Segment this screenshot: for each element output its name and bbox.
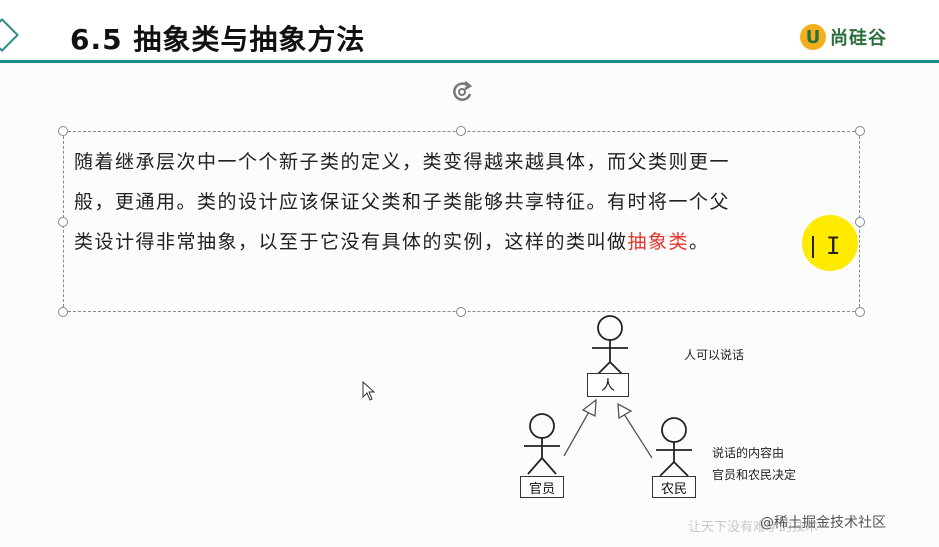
- brand-logo: U 尚硅谷: [800, 24, 887, 50]
- resize-handle-left[interactable]: [58, 217, 68, 227]
- text-line-3-prefix: 类设计得非常抽象，以至于它没有具体的实例，这样的类叫做: [74, 231, 628, 253]
- person-label-box: 人: [587, 373, 629, 397]
- resize-handle-right[interactable]: [855, 217, 865, 227]
- resize-handle-top-right[interactable]: [855, 126, 865, 136]
- inheritance-arrow-right: [617, 402, 653, 459]
- official-figure-icon: [524, 413, 560, 475]
- rotate-handle-icon[interactable]: [448, 78, 476, 106]
- logo-text: 尚硅谷: [830, 28, 887, 49]
- text-line-1: 随着继承层次中一个个新子类的定义，类变得越来越具体，而父类则更一: [74, 151, 731, 173]
- person-figure-icon: [592, 315, 628, 377]
- text-caret: [812, 236, 814, 258]
- note-content-decided: 说话的内容由 官员和农民决定: [712, 442, 796, 486]
- resize-handle-bottom[interactable]: [456, 307, 466, 317]
- farmer-label-box: 农民: [652, 476, 696, 498]
- slide-header: 6.5 抽象类与抽象方法 U 尚硅谷: [0, 0, 939, 62]
- text-box-content[interactable]: 随着继承层次中一个个新子类的定义，类变得越来越具体，而父类则更一 般，更通用。类…: [74, 142, 844, 262]
- text-line-2: 般，更通用。类的设计应该保证父类和子类能够共享特征。有时将一个父: [74, 191, 731, 213]
- resize-handle-bottom-right[interactable]: [855, 307, 865, 317]
- resize-handle-top[interactable]: [456, 126, 466, 136]
- resize-handle-top-left[interactable]: [58, 126, 68, 136]
- slide-title: 6.5 抽象类与抽象方法: [70, 23, 366, 56]
- slide: 6.5 抽象类与抽象方法 U 尚硅谷 随着继承层次中一个个新子类的定义，类变得越…: [0, 0, 939, 547]
- note-person-can-speak: 人可以说话: [684, 348, 745, 362]
- resize-handle-bottom-left[interactable]: [58, 307, 68, 317]
- watermark: @稀土掘金技术社区: [760, 515, 886, 531]
- note-line-1: 说话的内容由: [712, 446, 785, 460]
- ibeam-cursor-icon: I: [826, 232, 841, 260]
- text-line-3-suffix: 。: [689, 231, 710, 253]
- text-line-3: 类设计得非常抽象，以至于它没有具体的实例，这样的类叫做抽象类。: [74, 222, 844, 262]
- abstract-class-term: 抽象类: [627, 231, 690, 253]
- diamond-icon: [0, 18, 19, 52]
- note-line-2: 官员和农民决定: [712, 468, 797, 482]
- header-divider: [0, 60, 939, 63]
- inheritance-arrow-left: [563, 398, 597, 457]
- farmer-figure-icon: [656, 417, 692, 477]
- official-label-box: 官员: [520, 476, 564, 498]
- mouse-pointer-icon: [362, 381, 376, 401]
- logo-icon: U: [800, 24, 826, 50]
